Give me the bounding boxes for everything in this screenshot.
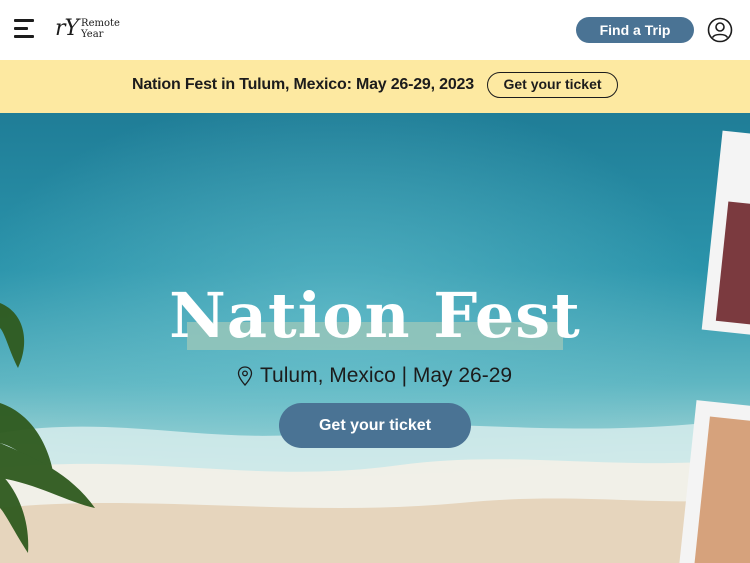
hero-location: Tulum, Mexico | May 26-29 [237, 363, 512, 389]
map-pin-icon [237, 366, 253, 386]
logo-mark: rY [55, 16, 79, 41]
hero-get-ticket-button[interactable]: Get your ticket [279, 403, 471, 448]
hero-section: Nation Fest Tulum, Mexico | May 26-29 Ge… [0, 113, 750, 563]
logo-word-year: Year [81, 29, 104, 40]
menu-line [14, 19, 34, 22]
remote-year-logo[interactable]: rY Remote Year [55, 14, 120, 44]
hero-title: Nation Fest [169, 279, 581, 352]
hamburger-menu-icon[interactable] [14, 19, 36, 39]
user-circle-icon[interactable] [707, 17, 733, 43]
promo-text: Nation Fest in Tulum, Mexico: May 26-29,… [132, 76, 474, 93]
logo-wordmark: Remote Year [81, 18, 120, 40]
menu-line [14, 35, 34, 38]
promo-banner: Nation Fest in Tulum, Mexico: May 26-29,… [0, 60, 750, 113]
promo-get-ticket-button[interactable]: Get your ticket [487, 72, 618, 98]
logo-word-remote: Remote [81, 18, 120, 29]
menu-line [14, 27, 28, 30]
hero-location-text: Tulum, Mexico | May 26-29 [260, 364, 513, 387]
top-navbar: rY Remote Year Find a Trip [0, 0, 750, 60]
find-a-trip-button[interactable]: Find a Trip [576, 17, 694, 43]
